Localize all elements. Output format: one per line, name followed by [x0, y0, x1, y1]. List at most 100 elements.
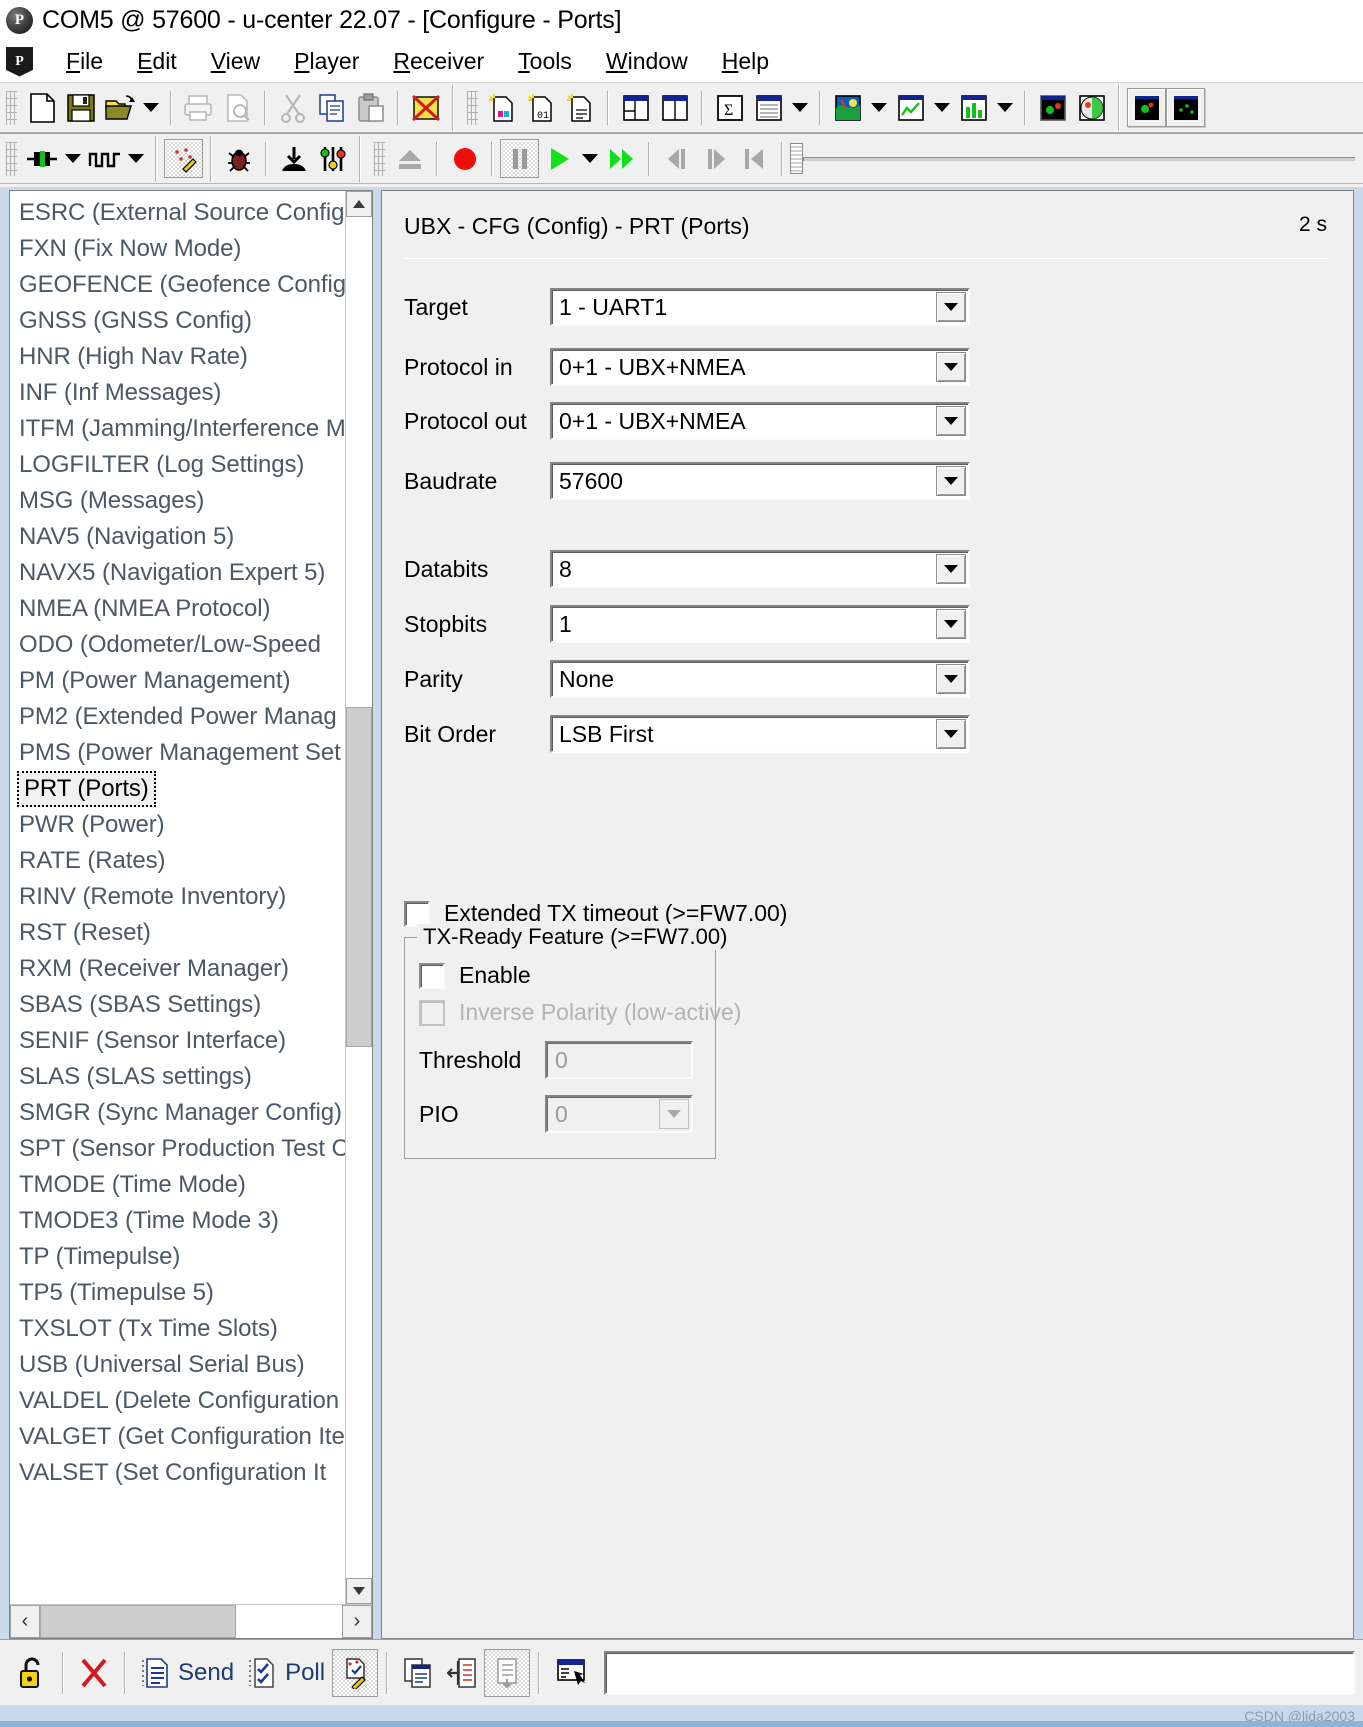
protocol-in-combobox[interactable]: 0+1 - UBX+NMEA — [550, 348, 970, 386]
list-item[interactable]: PM (Power Management) — [10, 663, 345, 699]
list-item[interactable]: HNR (High Nav Rate) — [10, 339, 345, 375]
eject-icon[interactable] — [390, 139, 429, 178]
list-item[interactable]: LOGFILTER (Log Settings) — [10, 447, 345, 483]
open-folder-icon[interactable] — [100, 88, 139, 127]
list-item[interactable]: RATE (Rates) — [10, 843, 345, 879]
menu-edit[interactable]: Edit — [120, 48, 194, 75]
protocol-out-dropdown-button[interactable] — [936, 406, 966, 436]
dock-layout-icon[interactable] — [616, 88, 655, 127]
list-item[interactable]: VALDEL (Delete Configuration — [10, 1383, 345, 1419]
parity-combobox[interactable]: None — [550, 660, 970, 698]
list-item[interactable]: SENIF (Sensor Interface) — [10, 1023, 345, 1059]
list-item[interactable]: INF (Inf Messages) — [10, 375, 345, 411]
cut-icon[interactable] — [273, 88, 312, 127]
scroll-right-button[interactable]: › — [342, 1605, 372, 1638]
list-item[interactable]: RXM (Receiver Manager) — [10, 951, 345, 987]
hscroll-track[interactable] — [40, 1605, 342, 1638]
statistic-sigma-icon[interactable]: Σ — [710, 88, 749, 127]
protocol-in-dropdown-button[interactable] — [936, 352, 966, 382]
menu-help[interactable]: Help — [705, 48, 786, 75]
new-config-text-icon[interactable] — [561, 88, 600, 127]
stopbits-combobox[interactable]: 1 — [550, 605, 970, 643]
histogram-icon[interactable] — [954, 88, 993, 127]
scroll-left-button[interactable]: ‹ — [10, 1605, 40, 1638]
target-combobox[interactable]: 1 - UART1 — [550, 288, 970, 326]
menu-player[interactable]: Player — [277, 48, 376, 75]
new-file-icon[interactable] — [22, 88, 61, 127]
connect-dropdown-arrow-icon[interactable] — [61, 139, 85, 178]
scroll-down-button[interactable] — [346, 1578, 372, 1604]
export-config-button[interactable] — [484, 1648, 531, 1697]
baudrate-dropdown-button[interactable] — [936, 466, 966, 496]
list-item[interactable]: VALSET (Set Configuration It — [10, 1455, 345, 1491]
menu-window[interactable]: Window — [589, 48, 705, 75]
send-button[interactable]: Send — [134, 1649, 241, 1697]
protocol-out-combobox[interactable]: 0+1 - UBX+NMEA — [550, 402, 970, 440]
list-item[interactable]: TMODE (Time Mode) — [10, 1167, 345, 1203]
pause-icon[interactable] — [500, 139, 539, 178]
baudrate-icon[interactable] — [85, 139, 124, 178]
list-item[interactable]: SMGR (Sync Manager Config) — [10, 1095, 345, 1131]
histogram-dropdown-arrow-icon[interactable] — [993, 88, 1017, 127]
message-tree[interactable]: ESRC (External Source Config) FXN (Fix No… — [10, 191, 345, 1604]
databits-dropdown-button[interactable] — [936, 554, 966, 584]
parity-dropdown-button[interactable] — [936, 664, 966, 694]
menu-view[interactable]: View — [194, 48, 277, 75]
map-view-icon[interactable] — [828, 88, 867, 127]
connect-port-icon[interactable] — [22, 139, 61, 178]
extended-tx-timeout-checkbox[interactable] — [404, 900, 430, 927]
open-dropdown-arrow-icon[interactable] — [139, 88, 163, 127]
list-item[interactable]: RINV (Remote Inventory) — [10, 879, 345, 915]
sky-view-icon[interactable] — [1033, 88, 1072, 127]
list-item[interactable]: TMODE3 (Time Mode 3) — [10, 1203, 345, 1239]
play-icon[interactable] — [539, 139, 578, 178]
new-config-binary-icon[interactable]: 01 — [522, 88, 561, 127]
list-item[interactable]: SPT (Sensor Production Test C — [10, 1131, 345, 1167]
print-icon[interactable] — [179, 88, 218, 127]
list-item[interactable]: GNSS (GNSS Config) — [10, 303, 345, 339]
split-layout-icon[interactable] — [655, 88, 694, 127]
list-item[interactable]: RST (Reset) — [10, 915, 345, 951]
tree-vertical-scrollbar[interactable] — [345, 191, 372, 1604]
document-menu-icon[interactable]: P — [6, 46, 33, 77]
list-item[interactable]: NMEA (NMEA Protocol) — [10, 591, 345, 627]
player-slider[interactable] — [790, 139, 1363, 178]
extended-tx-timeout-row[interactable]: Extended TX timeout (>=FW7.00) — [404, 900, 1353, 927]
step-back-icon[interactable] — [657, 139, 696, 178]
config-sliders-icon[interactable] — [313, 139, 352, 178]
list-item[interactable]: ODO (Odometer/Low-Speed — [10, 627, 345, 663]
list-item[interactable]: FXN (Fix Now Mode) — [10, 231, 345, 267]
keyboard-entry-button[interactable] — [548, 1649, 594, 1697]
player-slider-handle[interactable] — [790, 143, 803, 174]
list-item[interactable]: PM2 (Extended Power Manag — [10, 699, 345, 735]
stopbits-dropdown-button[interactable] — [936, 609, 966, 639]
fast-forward-icon[interactable] — [602, 139, 641, 178]
toolbar-grip-2[interactable] — [467, 90, 478, 125]
list-item[interactable]: PMS (Power Management Set — [10, 735, 345, 771]
vscroll-track[interactable] — [346, 217, 372, 1578]
menu-receiver[interactable]: Receiver — [376, 48, 501, 75]
unlock-button[interactable] — [10, 1649, 54, 1697]
list-item[interactable]: ITFM (Jamming/Interference M — [10, 411, 345, 447]
list-item[interactable]: TXSLOT (Tx Time Slots) — [10, 1311, 345, 1347]
delete-red-x-icon[interactable] — [406, 88, 445, 127]
table-dropdown-arrow-icon[interactable] — [788, 88, 812, 127]
tree-horizontal-scrollbar[interactable]: ‹ › — [10, 1604, 372, 1638]
play-dropdown-arrow-icon[interactable] — [578, 139, 602, 178]
bit-order-combobox[interactable]: LSB First — [550, 715, 970, 753]
toolbar-grip-4[interactable] — [374, 141, 385, 176]
baudrate-dropdown-arrow-icon[interactable] — [124, 139, 148, 178]
list-item[interactable]: TP (Timepulse) — [10, 1239, 345, 1275]
hscroll-thumb[interactable] — [40, 1605, 237, 1638]
list-item[interactable]: VALGET (Get Configuration Ite — [10, 1419, 345, 1455]
config-wand-button[interactable] — [332, 1648, 379, 1697]
list-item[interactable]: PWR (Power) — [10, 807, 345, 843]
poll-button[interactable]: Poll — [241, 1649, 332, 1697]
download-icon[interactable] — [274, 139, 313, 178]
databits-combobox[interactable]: 8 — [550, 550, 970, 588]
menu-tools[interactable]: Tools — [501, 48, 589, 75]
target-dropdown-button[interactable] — [936, 292, 966, 322]
baudrate-combobox[interactable]: 57600 — [550, 462, 970, 500]
sidebar-item-prt[interactable]: PRT (Ports) — [17, 771, 156, 807]
copy-config-button[interactable] — [396, 1649, 440, 1697]
